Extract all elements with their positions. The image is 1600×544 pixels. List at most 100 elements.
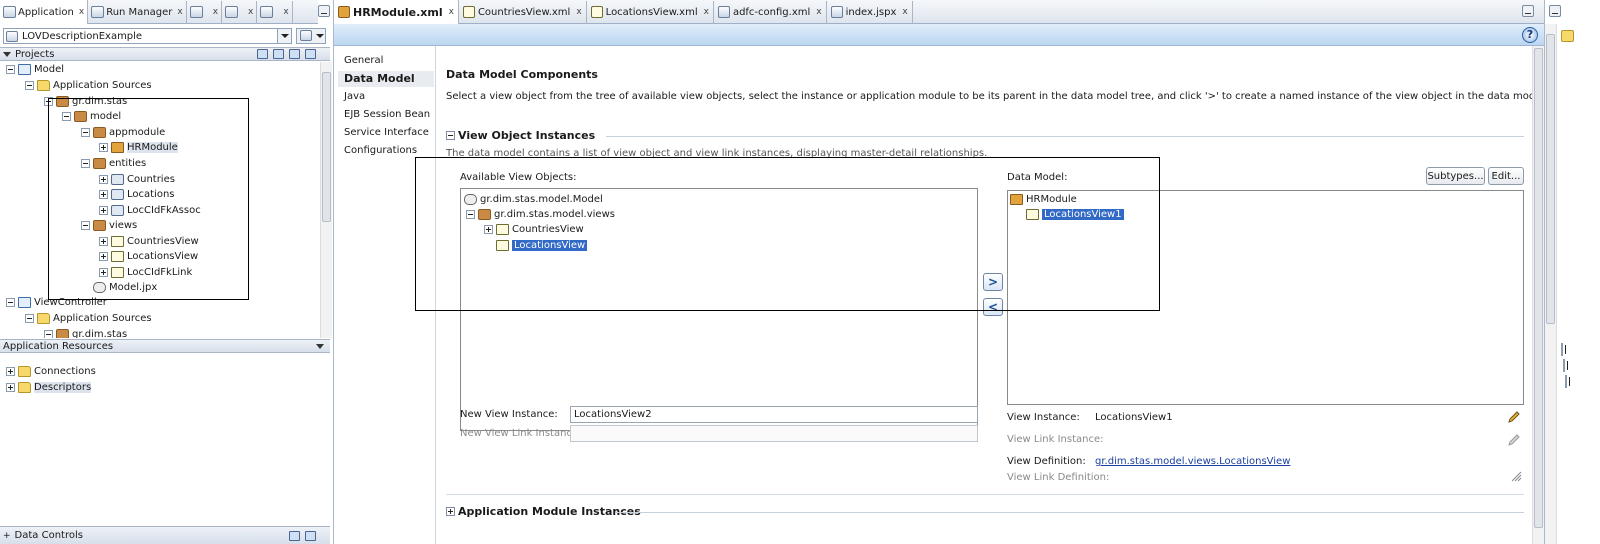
tree-node[interactable]: Application Sources <box>25 78 152 93</box>
close-icon[interactable]: x <box>449 7 454 17</box>
projects-scrollbar[interactable] <box>320 62 332 338</box>
minimize-button[interactable] <box>1549 5 1561 17</box>
tab-label: HRModule.xml <box>353 5 443 19</box>
edit-pencil-icon[interactable] <box>1506 409 1522 425</box>
nav-java[interactable]: Java <box>338 89 434 105</box>
tab-structure[interactable]: x <box>187 0 223 24</box>
section-view-object-instances[interactable]: View Object Instances <box>446 129 595 142</box>
section-title: Application Module Instances <box>458 505 641 518</box>
palette-icon[interactable] <box>1561 30 1574 42</box>
help-icon[interactable]: ? <box>1522 27 1538 43</box>
tab-database[interactable]: x <box>222 0 258 24</box>
package-icon <box>56 329 69 338</box>
folder-icon <box>18 366 31 377</box>
folder-icon <box>18 382 31 393</box>
close-icon[interactable]: x <box>177 7 182 17</box>
subtypes-button[interactable]: Subtypes... <box>1426 167 1485 185</box>
tab-adfc-config-xml[interactable]: adfc-config.xml x <box>714 0 827 24</box>
tree-node[interactable]: Connections <box>6 364 96 379</box>
expand-icon[interactable] <box>6 383 15 392</box>
page-title: Data Model Components <box>446 68 598 81</box>
expand-icon[interactable] <box>446 507 455 516</box>
collapse-icon[interactable] <box>25 81 34 90</box>
filter-icon[interactable] <box>289 49 300 59</box>
edit-button[interactable]: Edit... <box>1488 167 1524 185</box>
new-view-instance-field[interactable]: LocationsView2 <box>570 406 978 423</box>
nav-service-interface[interactable]: Service Interface <box>338 125 434 141</box>
close-icon[interactable]: x <box>902 7 907 17</box>
collapse-icon[interactable] <box>316 344 324 349</box>
working-sets-icon[interactable] <box>305 49 316 59</box>
close-icon[interactable]: x <box>704 7 709 17</box>
tab-application-label: Application <box>18 6 74 18</box>
tree-node-label: Connections <box>34 366 96 377</box>
expand-icon[interactable] <box>1565 375 1567 388</box>
view-definition-link[interactable]: gr.dim.stas.model.views.LocationsView <box>1095 456 1290 467</box>
close-icon[interactable]: x <box>213 7 218 17</box>
refresh-icon[interactable] <box>289 531 300 541</box>
minimize-button[interactable] <box>318 5 330 17</box>
scrollbar-thumb[interactable] <box>1546 34 1555 324</box>
tab-locationsview-xml[interactable]: LocationsView.xml x <box>587 0 714 24</box>
expand-icon[interactable] <box>1561 343 1563 356</box>
tree-node[interactable]: Application Sources <box>25 311 152 326</box>
tab-run-manager[interactable]: Run Manager x <box>88 0 187 24</box>
scrollbar-thumb[interactable] <box>322 72 331 222</box>
resources-tree: Connections Descriptors <box>0 364 317 404</box>
expand-icon[interactable] <box>1563 359 1565 372</box>
database-navigator-icon <box>225 6 239 18</box>
tree-node[interactable]: gr.dim.stas <box>44 327 127 338</box>
tab-countriesview-xml[interactable]: CountriesView.xml x <box>459 0 587 24</box>
nav-general[interactable]: General <box>338 53 434 69</box>
right-dock <box>1544 0 1600 544</box>
close-icon[interactable]: x <box>283 7 288 17</box>
close-icon[interactable]: x <box>576 7 581 17</box>
projects-panel-header[interactable]: Projects <box>0 47 330 61</box>
tab-resources[interactable]: x <box>257 0 293 24</box>
editor-scrollbar[interactable] <box>1532 46 1544 544</box>
collapse-icon[interactable] <box>446 131 455 140</box>
tree-node[interactable]: Descriptors <box>6 380 92 395</box>
expand-icon[interactable] <box>6 367 15 376</box>
application-navigator: Application x Run Manager x x x x LOVDes… <box>0 0 334 544</box>
filter-icon[interactable] <box>305 531 316 541</box>
navigator-tabs: Application x Run Manager x x x x <box>0 0 318 24</box>
nav-data-model[interactable]: Data Model <box>338 71 434 87</box>
data-controls-header[interactable]: + Data Controls <box>0 526 330 544</box>
view-link-definition-label: View Link Definition: <box>1007 472 1110 483</box>
tree-node[interactable]: Model <box>6 62 64 77</box>
collapse-icon[interactable] <box>3 51 11 57</box>
task-flow-icon <box>717 6 730 18</box>
application-resources-header[interactable]: Application Resources <box>0 339 330 353</box>
scrollbar-thumb[interactable] <box>1534 48 1543 528</box>
chevron-down-icon[interactable] <box>277 29 291 43</box>
collapse-icon[interactable] <box>25 314 34 323</box>
component-palette-scrollbar[interactable] <box>1545 24 1557 544</box>
new-view-link-instance-field[interactable] <box>570 425 978 442</box>
application-menu-button[interactable] <box>296 28 326 44</box>
section-title: View Object Instances <box>458 129 596 142</box>
collapse-icon[interactable] <box>6 65 15 74</box>
search-icon[interactable] <box>257 49 268 59</box>
expand-icon[interactable]: + <box>3 531 11 541</box>
tree-node-label: Model <box>34 64 65 75</box>
close-icon[interactable]: x <box>79 7 84 17</box>
projects-panel-title: Projects <box>15 48 55 60</box>
application-resources-title: Application Resources <box>3 340 114 352</box>
nav-ejb-session-bean[interactable]: EJB Session Bean <box>338 107 434 123</box>
section-application-module-instances[interactable]: Application Module Instances <box>446 505 641 518</box>
tab-index-jspx[interactable]: index.jspx x <box>827 0 913 24</box>
close-icon[interactable]: x <box>248 7 253 17</box>
tab-hrmodule-xml[interactable]: HRModule.xml x <box>334 0 459 24</box>
document-list-button[interactable] <box>1522 5 1534 17</box>
close-icon[interactable]: x <box>816 7 821 17</box>
highlight-box <box>48 98 249 300</box>
structure-icon <box>189 6 203 18</box>
tab-application[interactable]: Application x <box>0 0 89 24</box>
collapse-icon[interactable] <box>6 298 15 307</box>
application-selector[interactable]: LOVDescriptionExample <box>3 28 292 44</box>
collapse-icon[interactable] <box>44 330 53 338</box>
refresh-icon[interactable] <box>273 49 284 59</box>
editor-area: HRModule.xml x CountriesView.xml x Locat… <box>334 0 1547 544</box>
view-link-instance-label: View Link Instance: <box>1007 434 1104 445</box>
